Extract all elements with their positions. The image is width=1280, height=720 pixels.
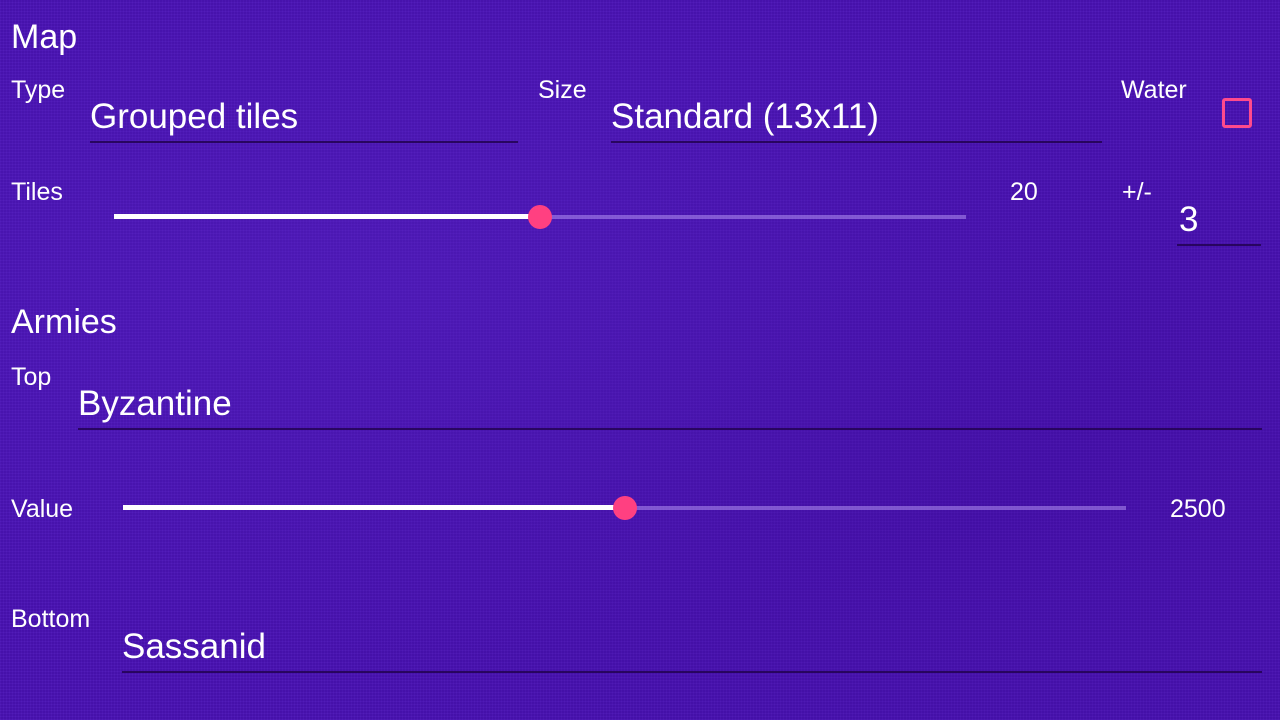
armies-section-title: Armies: [11, 303, 117, 341]
map-size-underline: [611, 141, 1102, 143]
tiles-slider-thumb[interactable]: [528, 205, 552, 229]
variance-label: +/-: [1122, 178, 1152, 206]
army-value-slider[interactable]: [123, 496, 1126, 520]
top-army-label: Top: [11, 363, 52, 391]
tiles-slider-fill: [114, 214, 540, 219]
army-value-label: Value: [11, 495, 74, 523]
tiles-slider[interactable]: [114, 205, 966, 229]
tiles-count-value: 20: [1010, 178, 1038, 206]
size-label: Size: [538, 76, 587, 104]
army-value-number: 2500: [1170, 495, 1226, 523]
top-army-select[interactable]: Byzantine: [78, 381, 1262, 433]
tiles-label: Tiles: [11, 178, 63, 206]
map-size-value: Standard (13x11): [611, 97, 879, 136]
map-size-select[interactable]: Standard (13x11): [611, 94, 1102, 146]
top-army-underline: [78, 428, 1262, 430]
map-type-select[interactable]: Grouped tiles: [90, 94, 518, 146]
variance-underline: [1177, 244, 1261, 246]
type-label: Type: [11, 76, 66, 104]
bottom-army-select[interactable]: Sassanid: [122, 624, 1262, 676]
army-value-slider-thumb[interactable]: [612, 496, 637, 520]
army-value-slider-fill: [123, 505, 625, 510]
bottom-army-label: Bottom: [11, 605, 91, 633]
variance-input[interactable]: 3: [1177, 198, 1261, 248]
water-checkbox[interactable]: [1222, 98, 1252, 128]
map-type-underline: [90, 141, 518, 143]
bottom-army-underline: [122, 671, 1262, 673]
map-type-value: Grouped tiles: [90, 97, 299, 136]
water-label: Water: [1121, 76, 1187, 104]
map-section-title: Map: [11, 18, 78, 56]
bottom-army-value: Sassanid: [122, 627, 266, 666]
top-army-value: Byzantine: [78, 384, 232, 423]
variance-value: 3: [1179, 200, 1199, 239]
